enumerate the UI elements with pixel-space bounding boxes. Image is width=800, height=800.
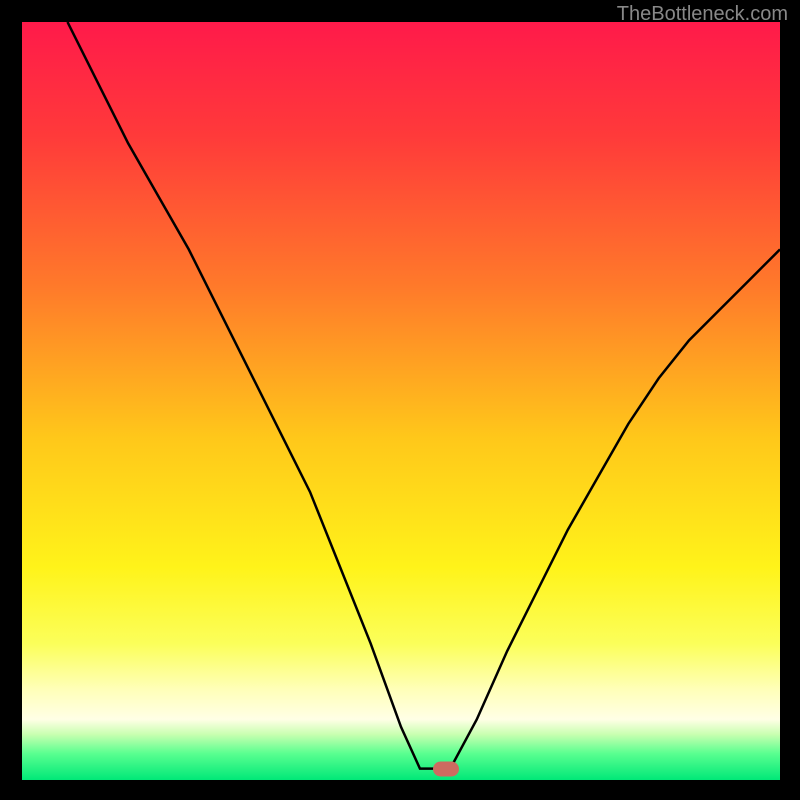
curve-layer — [22, 22, 780, 780]
optimal-marker — [433, 761, 459, 776]
bottleneck-curve — [67, 22, 780, 769]
chart-container: TheBottleneck.com — [0, 0, 800, 800]
watermark-text: TheBottleneck.com — [617, 3, 788, 26]
plot-area — [22, 22, 780, 780]
